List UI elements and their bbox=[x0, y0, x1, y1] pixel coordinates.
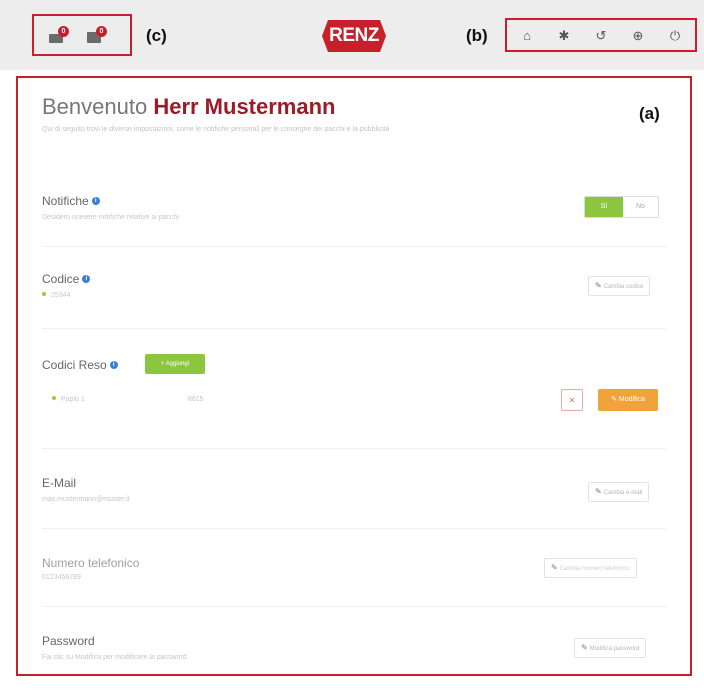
annotation-label-c: (c) bbox=[146, 26, 167, 45]
settings-panel bbox=[16, 76, 692, 676]
user-name: Herr Mustermann bbox=[153, 94, 336, 119]
pencil-icon: ✎ bbox=[595, 281, 602, 290]
gear-icon[interactable]: ✱ bbox=[555, 27, 573, 45]
divider bbox=[42, 246, 666, 247]
divider bbox=[42, 448, 666, 449]
change-email-label: Cambia e-mail bbox=[603, 490, 643, 496]
renz-logo: RENZ bbox=[322, 20, 386, 52]
divider bbox=[42, 328, 666, 329]
change-phone-label: Cambia numero telefonico bbox=[559, 566, 630, 572]
password-title: Password bbox=[42, 634, 95, 648]
page-title: Benvenuto Herr Mustermann bbox=[42, 94, 335, 120]
return-codes-label: Codici Reso bbox=[42, 358, 107, 372]
home-icon[interactable]: ⌂ bbox=[518, 27, 536, 45]
email-value: max.mustermann@muster.it bbox=[42, 496, 130, 503]
pencil-icon: ✎ bbox=[595, 487, 602, 496]
change-password-button[interactable]: ✎ Modifica password bbox=[574, 638, 647, 658]
edit-return-code-label: Modifica bbox=[618, 396, 645, 403]
code-label: Codice bbox=[42, 272, 80, 286]
email-title: E-Mail bbox=[42, 476, 77, 490]
return-codes-title: Codici Reso i bbox=[42, 358, 118, 372]
history-icon[interactable]: ↺ bbox=[592, 27, 610, 45]
divider bbox=[42, 528, 666, 529]
page-subtitle: Qui di seguito trovi le diverse impostaz… bbox=[42, 126, 390, 133]
notification-badge: 0 bbox=[96, 26, 107, 37]
logo-text: RENZ bbox=[329, 25, 379, 46]
parcel-box-button[interactable]: 0 bbox=[84, 26, 108, 44]
notifications-toggle[interactable]: Sì No bbox=[584, 196, 659, 218]
change-email-button[interactable]: ✎ Cambia e-mail bbox=[588, 482, 650, 502]
phone-value: 0123456789 bbox=[42, 574, 81, 581]
return-code-label: Paplo 1 bbox=[61, 396, 85, 403]
annotation-box-c: 0 0 bbox=[32, 14, 132, 56]
globe-icon[interactable]: ⊕ bbox=[629, 27, 647, 45]
notifications-label: Notifiche bbox=[42, 194, 89, 208]
annotation-label-b: (b) bbox=[466, 26, 488, 45]
code-value: 25344 bbox=[42, 292, 70, 299]
change-phone-button[interactable]: ✎ Cambia numero telefonico bbox=[544, 558, 637, 578]
status-dot bbox=[42, 292, 46, 296]
parcel-tray-button[interactable]: 0 bbox=[46, 26, 70, 44]
change-password-label: Modifica password bbox=[589, 646, 640, 652]
phone-title: Numero telefonico bbox=[42, 556, 140, 570]
info-icon[interactable]: i bbox=[91, 197, 100, 205]
divider bbox=[42, 606, 666, 607]
notifications-title: Notifiche i bbox=[42, 194, 100, 208]
toggle-off-option[interactable]: No bbox=[623, 197, 658, 217]
notifications-subtitle: Desidero ricevere notifiche relative ai … bbox=[42, 214, 179, 221]
pencil-icon: ✎ bbox=[581, 643, 588, 652]
info-icon[interactable]: i bbox=[109, 361, 118, 369]
code-value-text: 25344 bbox=[51, 292, 71, 299]
edit-return-code-button[interactable]: ✎ Modifica bbox=[598, 389, 658, 411]
return-code-value: 8815 bbox=[188, 396, 204, 403]
change-code-label: Cambia codice bbox=[603, 284, 644, 290]
info-icon[interactable]: i bbox=[82, 275, 91, 283]
power-icon[interactable]: ⏻ bbox=[666, 27, 684, 45]
welcome-prefix: Benvenuto bbox=[42, 94, 148, 119]
status-dot bbox=[52, 396, 56, 400]
add-return-code-button[interactable]: + Aggiungi bbox=[145, 354, 205, 374]
code-title: Codice i bbox=[42, 272, 91, 286]
annotation-box-b: ⌂ ✱ ↺ ⊕ ⏻ bbox=[505, 18, 697, 52]
notification-badge: 0 bbox=[58, 26, 69, 37]
delete-return-code-button[interactable]: × bbox=[561, 389, 583, 411]
password-subtitle: Fai clic su Modifica per modificare la p… bbox=[42, 654, 187, 661]
return-code-item: Paplo 1 bbox=[52, 396, 85, 403]
pencil-icon: ✎ bbox=[611, 396, 619, 403]
toggle-on-option[interactable]: Sì bbox=[585, 197, 623, 217]
annotation-label-a: (a) bbox=[639, 104, 660, 123]
pencil-icon: ✎ bbox=[551, 563, 558, 572]
change-code-button[interactable]: ✎ Cambia codice bbox=[588, 276, 651, 296]
